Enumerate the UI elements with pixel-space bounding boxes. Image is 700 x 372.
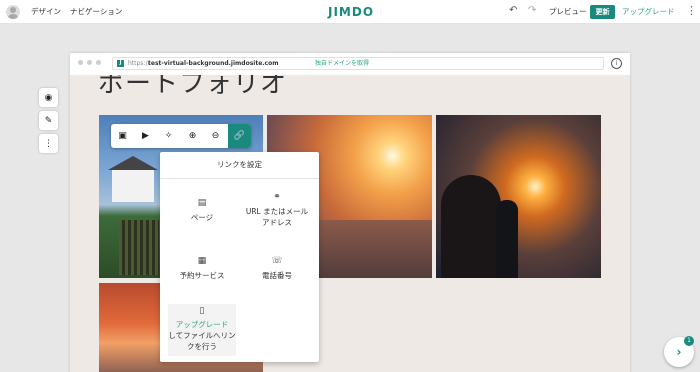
top-bar: デザイン ナビゲーション JIMDO ↶ ↷ プレビュー 更新 アップグレード … [0,0,700,24]
notification-badge: 1 [684,336,694,346]
magic-wand-icon[interactable]: ✧ [157,124,180,148]
link-option-file-upgrade[interactable]: ▯ アップグレード してファイルへリンクを行う [168,304,236,356]
window-dot [87,60,92,65]
upgrade-label: アップグレード [175,320,229,329]
preview-link[interactable]: プレビュー [549,6,587,17]
url-bar: J https:// test-virtual-background.jimdo… [112,57,604,70]
link-option-booking[interactable]: ▦ 予約サービス [168,256,236,281]
design-link[interactable]: デザイン [31,6,61,17]
navigation-link[interactable]: ナビゲーション [70,6,122,17]
file-link-label: してファイルへリンクを行う [168,331,236,351]
redo-icon[interactable]: ↷ [528,5,536,16]
link-settings-popup: リンクを設定 ▤ ページ ⚭ URL またはメール アドレス ▦ 予約サービス … [160,152,319,362]
option-label: URL またはメール アドレス [245,207,309,227]
link-option-phone[interactable]: ☏ 電話番号 [243,256,311,281]
link-icon: ⚭ [273,192,281,202]
option-label: 予約サービス [179,271,225,280]
info-icon[interactable]: i [611,58,622,69]
page-icon: ▤ [197,198,207,208]
avatar[interactable] [6,5,20,19]
more-options-icon[interactable]: ⋮ [686,4,697,18]
page-title[interactable]: ポートフォリオ [98,75,287,100]
more-vertical-icon[interactable]: ⋮ [39,134,58,153]
eye-icon[interactable]: ◉ [39,88,58,107]
undo-icon[interactable]: ↶ [509,5,517,16]
site-favicon: J [117,60,124,67]
window-dot [78,60,83,65]
file-icon: ▯ [199,306,205,316]
zoom-in-icon[interactable]: ⊕ [181,124,204,148]
update-button[interactable]: 更新 [590,5,615,19]
get-domain-link[interactable]: 独自ドメインを取得 [315,58,369,69]
play-icon[interactable]: ▶ [134,124,157,148]
image-icon[interactable]: ▣ [111,124,134,148]
link-option-page[interactable]: ▤ ページ [168,198,236,223]
calendar-icon: ▦ [197,256,207,266]
paint-icon[interactable]: ✎ [39,111,58,130]
fence-shape [119,220,159,275]
image-toolbar: ▣ ▶ ✧ ⊕ ⊖ 🔗 [111,124,251,148]
divider [160,178,319,179]
zoom-out-icon[interactable]: ⊖ [204,124,227,148]
popup-title: リンクを設定 [217,160,262,169]
person-silhouette [496,200,518,278]
website-page: ポートフォリオ [70,75,630,372]
url-protocol: https:// [128,60,150,67]
phone-icon: ☏ [271,256,283,266]
browser-frame: J https:// test-virtual-background.jimdo… [70,53,630,372]
jimdo-logo: JIMDO [328,5,375,19]
upgrade-link[interactable]: アップグレード [622,6,675,17]
link-icon[interactable]: 🔗 [228,124,251,148]
person-silhouette [441,175,501,278]
option-label: ページ [190,213,214,222]
house-shape [108,156,158,202]
option-label: 電話番号 [262,271,292,280]
window-dot [96,60,101,65]
link-option-url[interactable]: ⚭ URL またはメール アドレス [243,192,311,228]
portfolio-image-photographer[interactable] [436,115,601,278]
url-domain: test-virtual-background.jimdosite.com [148,60,279,67]
